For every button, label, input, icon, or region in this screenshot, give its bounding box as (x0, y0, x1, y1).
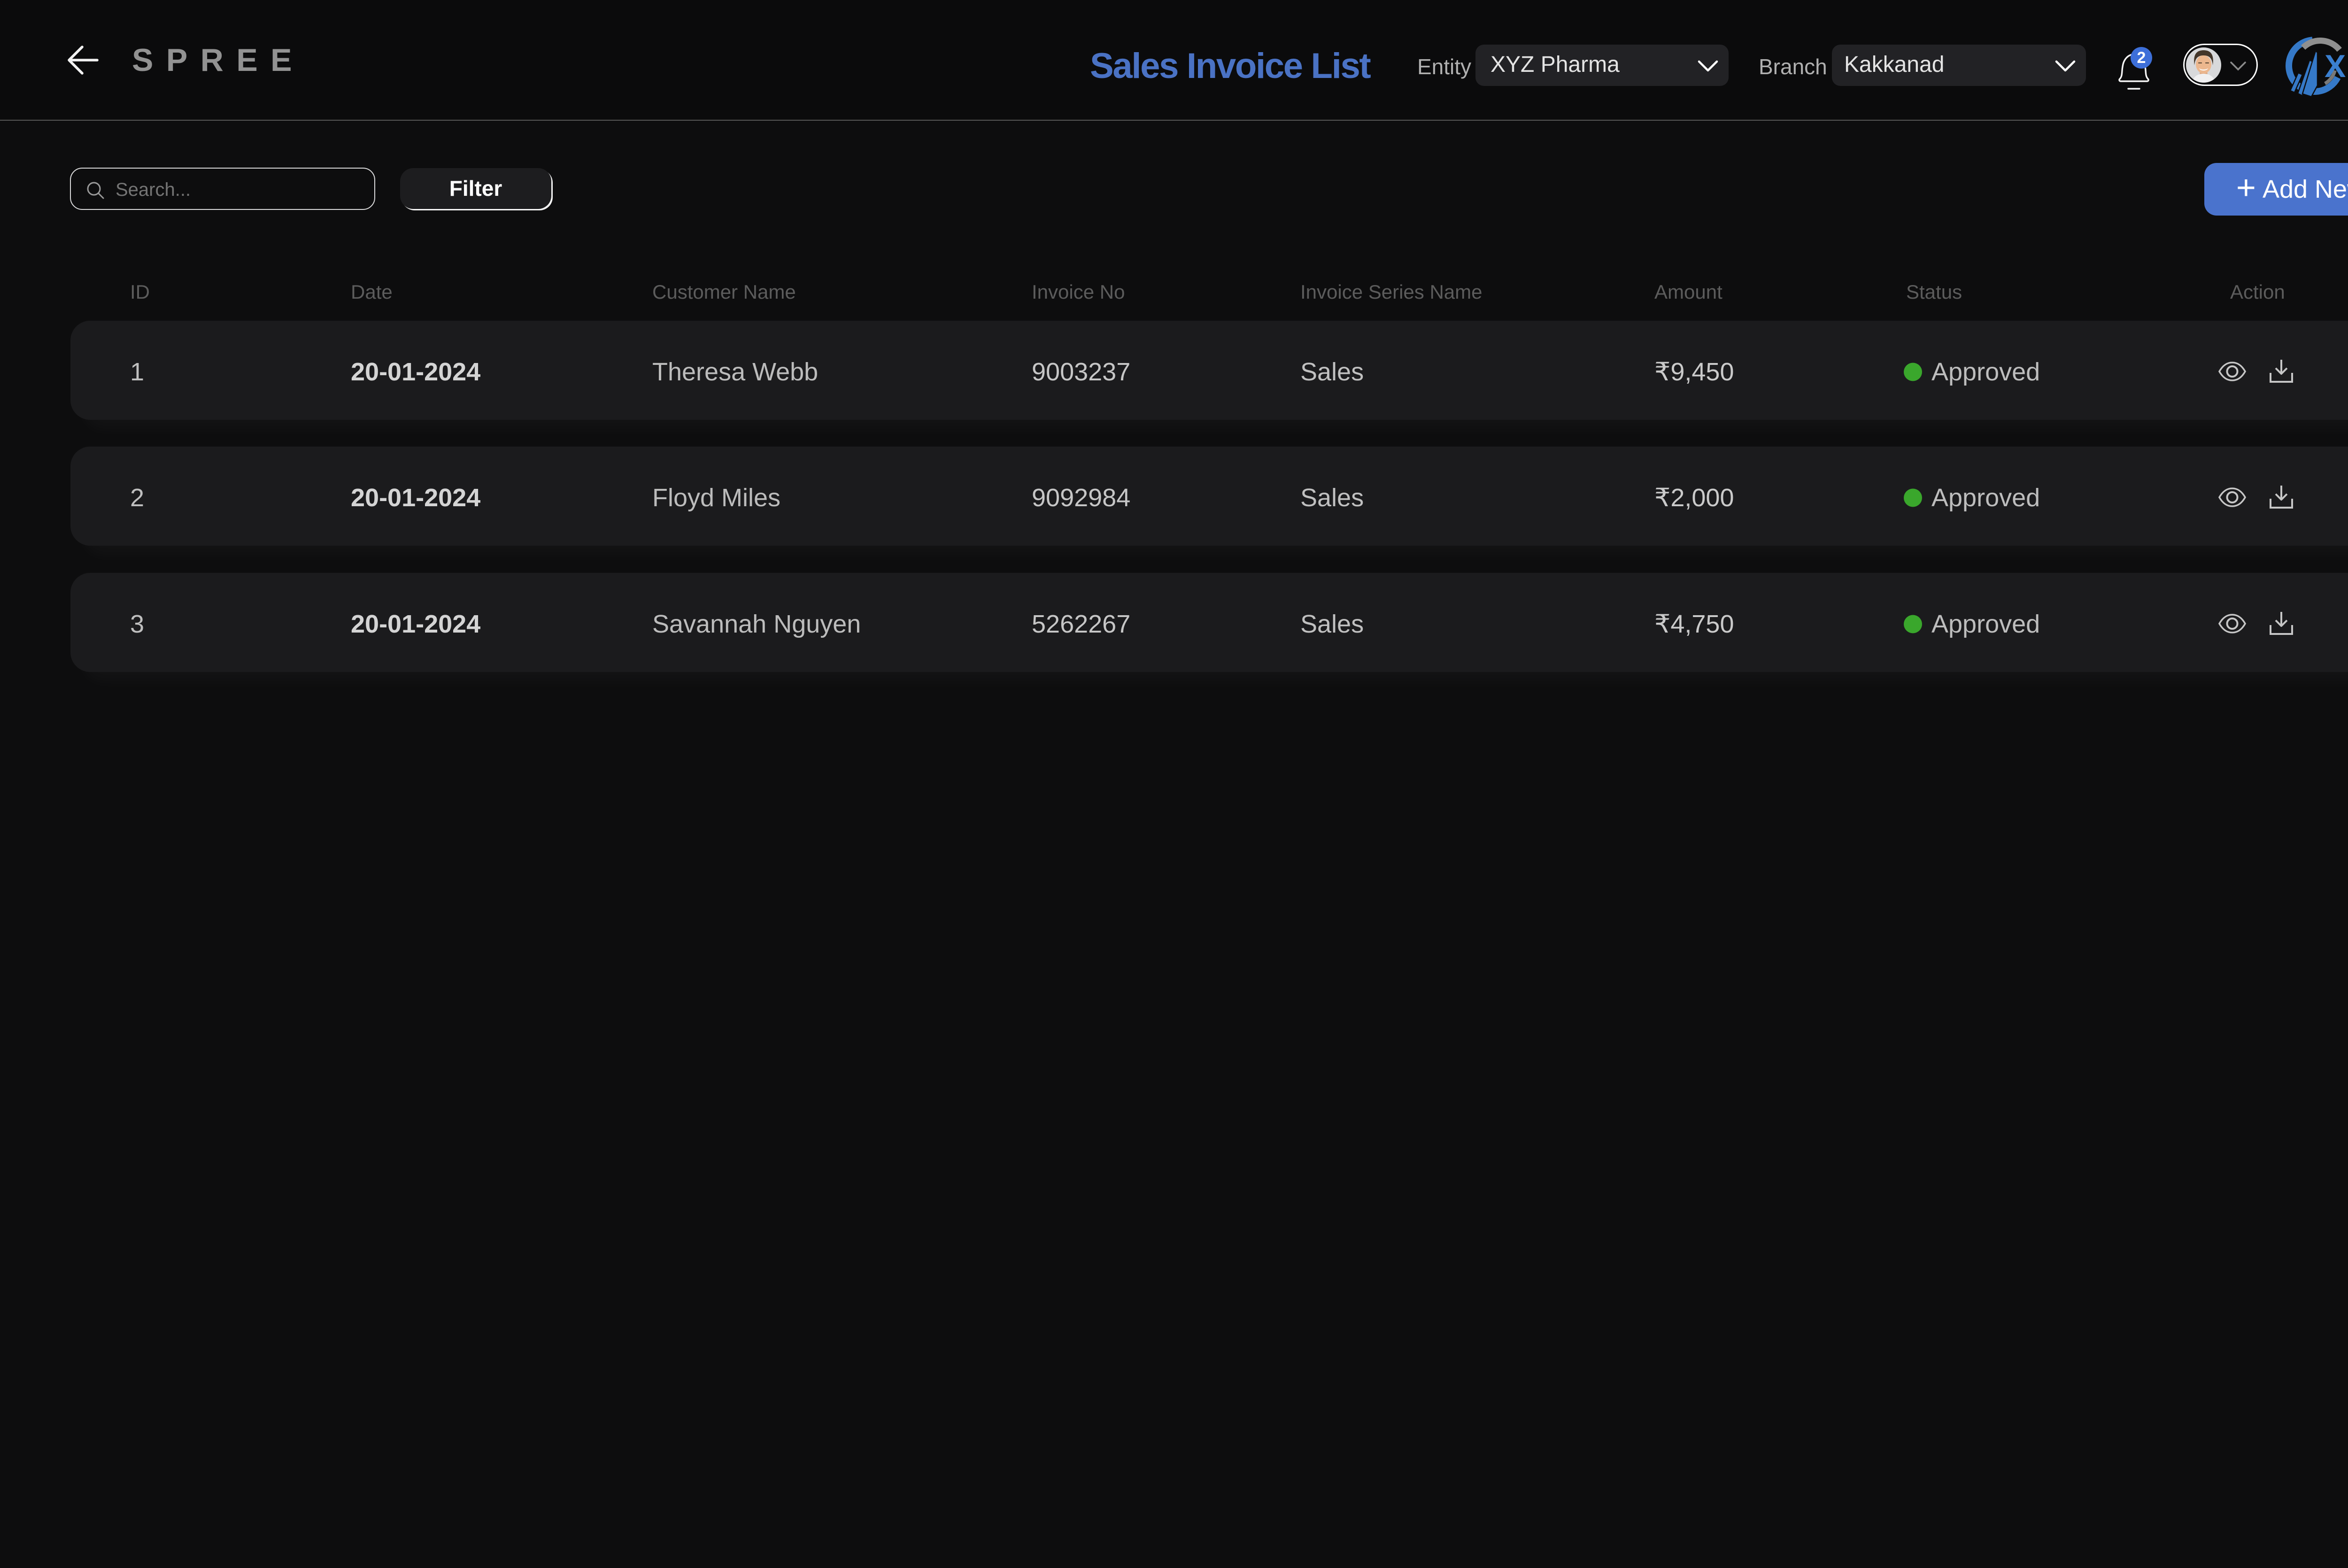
svg-text:XYZ: XYZ (2325, 48, 2348, 84)
